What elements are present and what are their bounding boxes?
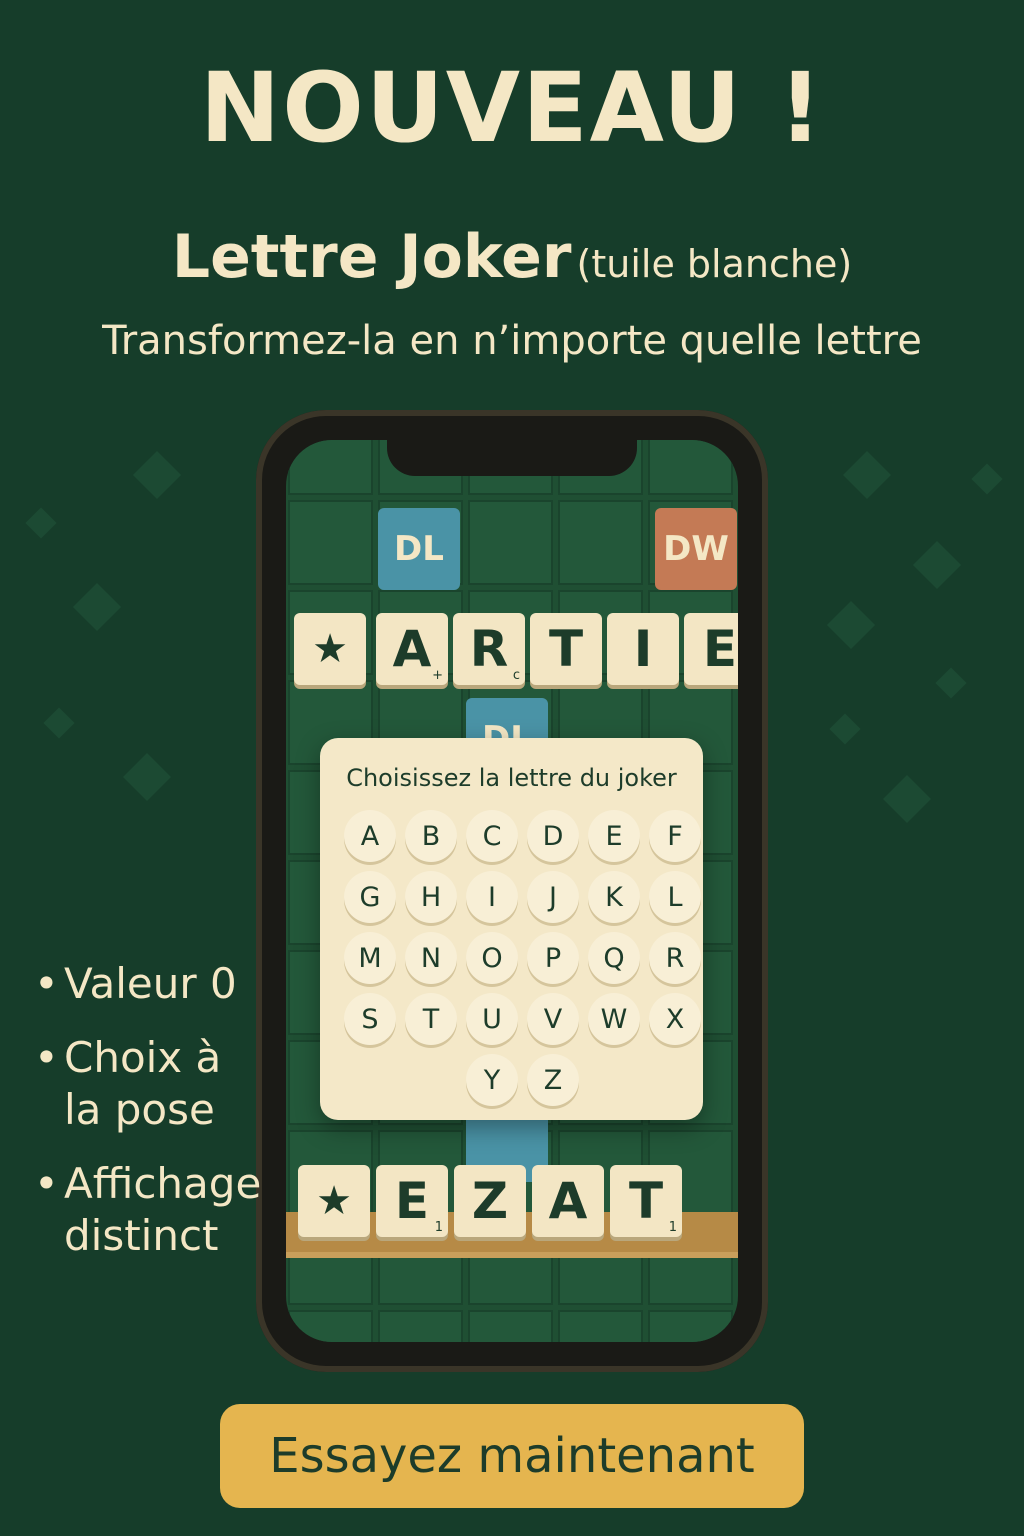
- premium-dl: DL: [378, 508, 460, 590]
- board-cell: [468, 1310, 553, 1342]
- tile-letter: E: [702, 620, 738, 678]
- letter-key-f[interactable]: F: [649, 810, 701, 862]
- try-now-button[interactable]: Essayez maintenant: [220, 1404, 804, 1508]
- letter-key-r[interactable]: R: [649, 932, 701, 984]
- tile-letter: ★: [312, 626, 348, 672]
- board-cell: [558, 500, 643, 585]
- tile-letter: Z: [471, 1172, 509, 1230]
- bg-diamond: [132, 450, 182, 500]
- bg-diamond: [912, 540, 962, 590]
- letter-key-a[interactable]: A: [344, 810, 396, 862]
- tile-letter: E: [394, 1172, 430, 1230]
- letter-tile: Rc: [453, 613, 525, 685]
- tile-score: 1: [668, 1220, 677, 1235]
- letter-key-s[interactable]: S: [344, 993, 396, 1045]
- board-cell: [648, 440, 733, 495]
- feature-text: Valeur 0: [64, 959, 237, 1008]
- letter-tile: A +: [376, 613, 448, 685]
- bg-diamond: [25, 507, 57, 539]
- letter-key-e[interactable]: E: [588, 810, 640, 862]
- letter-key-u[interactable]: U: [466, 993, 518, 1045]
- tile-score: +: [432, 668, 443, 683]
- tagline: Transformez-la en n’importe quelle lettr…: [102, 318, 922, 364]
- letter-tile[interactable]: T1: [610, 1165, 682, 1237]
- letter-key-k[interactable]: K: [588, 871, 640, 923]
- letter-tile[interactable]: E1: [376, 1165, 448, 1237]
- letter-key-j[interactable]: J: [527, 871, 579, 923]
- letter-key-c[interactable]: C: [466, 810, 518, 862]
- letter-key-v[interactable]: V: [527, 993, 579, 1045]
- feature-text: Choix à la pose: [64, 1033, 222, 1134]
- letter-key-h[interactable]: H: [405, 871, 457, 923]
- letter-key-p[interactable]: P: [527, 932, 579, 984]
- bullet-icon: •: [34, 1033, 59, 1082]
- subhead-title: Lettre Joker: [171, 222, 572, 292]
- tile-letter: A: [548, 1172, 588, 1230]
- letter-key-z[interactable]: Z: [527, 1054, 579, 1106]
- joker-tile: ★: [294, 613, 366, 685]
- bg-diamond: [43, 707, 75, 739]
- letter-key-n[interactable]: N: [405, 932, 457, 984]
- tile-score: 1: [434, 1220, 443, 1235]
- tile-letter: A: [392, 620, 432, 678]
- board-cell: [378, 1310, 463, 1342]
- letter-key-y[interactable]: Y: [466, 1054, 518, 1106]
- feature-item: • Valeur 0: [30, 958, 270, 1010]
- letter-key-l[interactable]: L: [649, 871, 701, 923]
- dialog-title: Choisissez la lettre du joker: [346, 764, 677, 792]
- tile-score: c: [512, 668, 520, 683]
- board-cell: [648, 1310, 733, 1342]
- feature-item: • Choix à la pose: [30, 1032, 270, 1136]
- feature-item: • Affichage distinct: [30, 1158, 270, 1262]
- bg-diamond: [829, 713, 861, 745]
- letter-key-g[interactable]: G: [344, 871, 396, 923]
- bg-diamond: [882, 774, 932, 824]
- letter-key-m[interactable]: M: [344, 932, 396, 984]
- joker-tile[interactable]: ★: [298, 1165, 370, 1237]
- bg-diamond: [72, 582, 122, 632]
- bg-diamond: [122, 752, 172, 802]
- feature-list: • Valeur 0 • Choix à la pose • Affichage di…: [30, 958, 270, 1284]
- letter-key-w[interactable]: W: [588, 993, 640, 1045]
- feature-text: Affichage distinct: [64, 1159, 262, 1260]
- tile-letter: ★: [316, 1178, 352, 1224]
- bg-diamond: [935, 667, 967, 699]
- letter-tile: E+: [684, 613, 738, 685]
- board-cell: [288, 1310, 373, 1342]
- joker-letter-dialog: Choisissez la lettre du joker ABCDEF GHIJ…: [320, 738, 703, 1120]
- letter-key-t[interactable]: T: [405, 993, 457, 1045]
- letter-tile: T: [530, 613, 602, 685]
- tile-letter: T: [548, 620, 584, 678]
- bullet-icon: •: [34, 959, 59, 1008]
- letter-tile: I: [607, 613, 679, 685]
- board-cell: [468, 500, 553, 585]
- bg-diamond: [842, 450, 892, 500]
- headline: NOUVEAU !: [199, 52, 825, 164]
- board-cell: [288, 440, 373, 495]
- letter-key-i[interactable]: I: [466, 871, 518, 923]
- tile-letter: R: [469, 620, 509, 678]
- board-cell: [288, 500, 373, 585]
- tile-letter: I: [633, 620, 653, 678]
- letter-key-o[interactable]: O: [466, 932, 518, 984]
- letter-tile[interactable]: Z: [454, 1165, 526, 1237]
- bg-diamond: [971, 463, 1003, 495]
- bg-diamond: [826, 600, 876, 650]
- tile-letter: T: [628, 1172, 664, 1230]
- phone-notch: [387, 440, 637, 476]
- board-cell: [558, 1310, 643, 1342]
- letter-key-q[interactable]: Q: [588, 932, 640, 984]
- letter-key-x[interactable]: X: [649, 993, 701, 1045]
- letter-tile[interactable]: A: [532, 1165, 604, 1237]
- bullet-icon: •: [34, 1159, 59, 1208]
- subhead: Lettre Joker (tuile blanche): [0, 222, 1024, 292]
- premium-dw: DW: [655, 508, 737, 590]
- letter-key-d[interactable]: D: [527, 810, 579, 862]
- subhead-note: (tuile blanche): [576, 242, 853, 286]
- letter-key-b[interactable]: B: [405, 810, 457, 862]
